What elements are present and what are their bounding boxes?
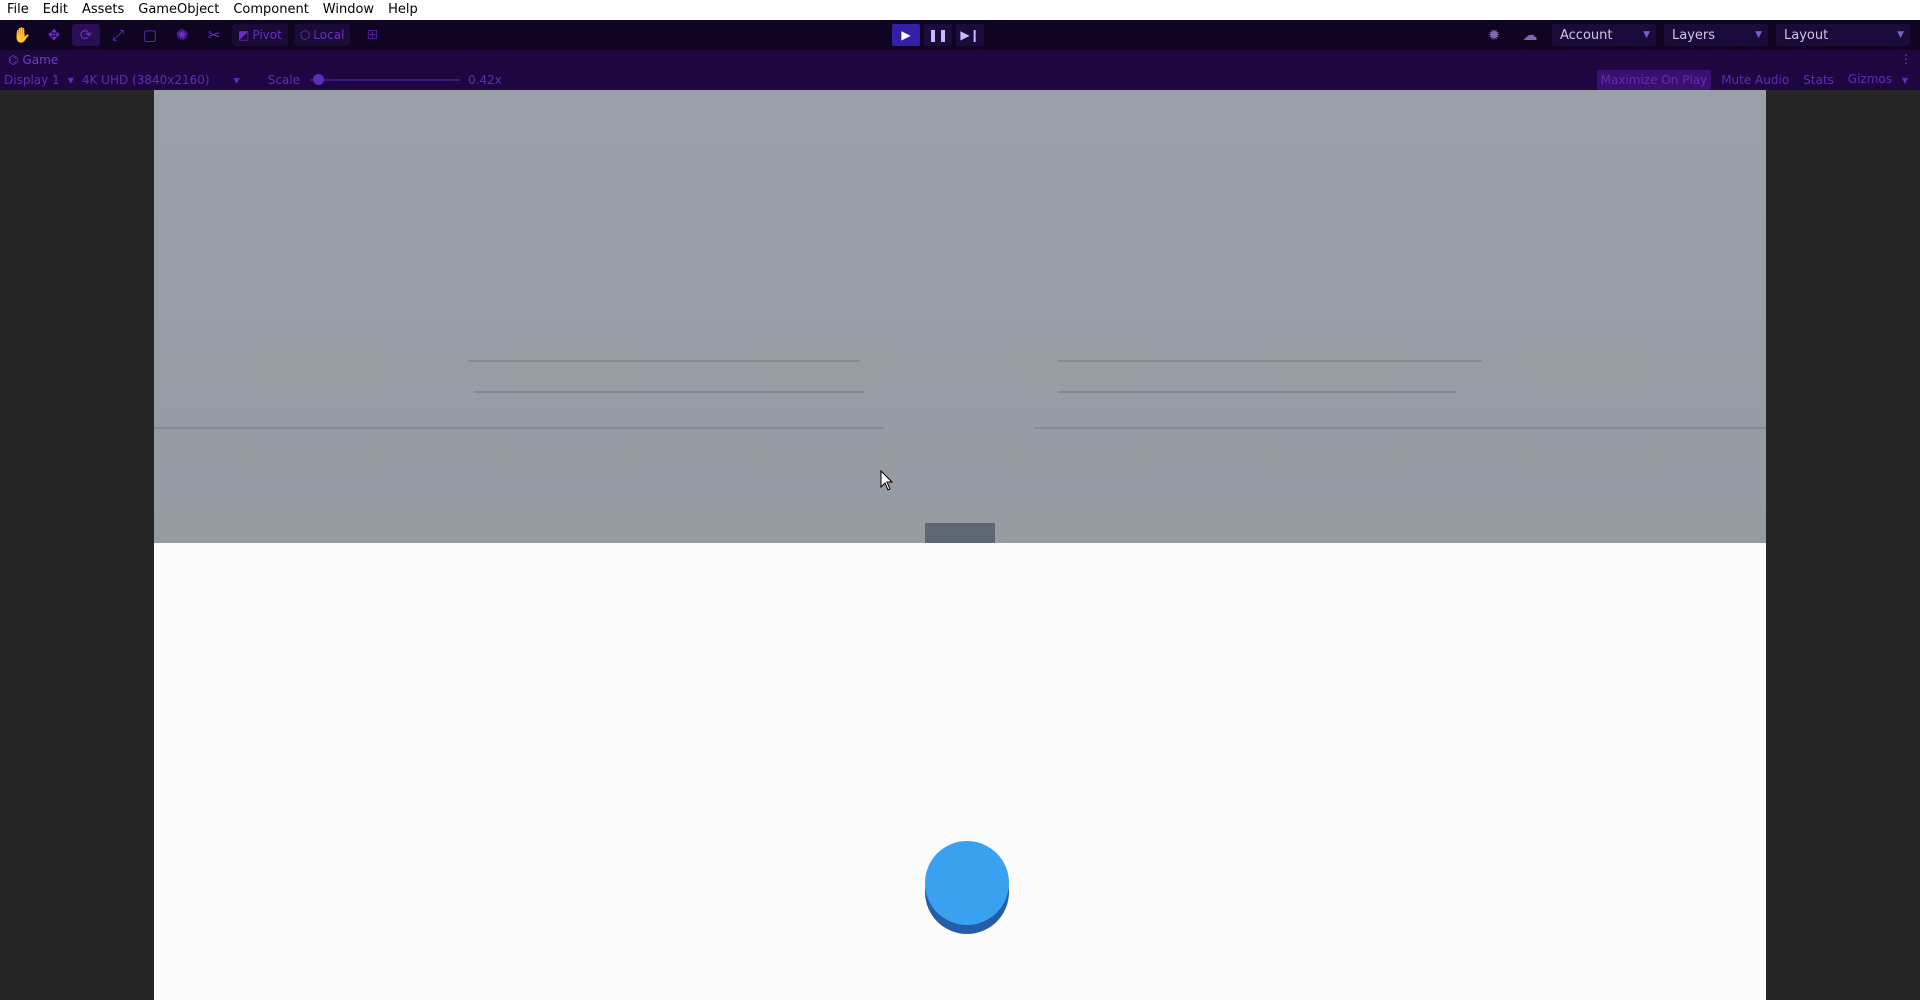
menu-edit[interactable]: Edit xyxy=(36,0,75,20)
game-tab-bar: ⌬ Game ⋮ xyxy=(0,50,1920,70)
scale-icon: ⤢ xyxy=(111,26,124,44)
tab-game[interactable]: ⌬ Game xyxy=(0,53,58,67)
scale-slider[interactable] xyxy=(310,74,461,85)
pivot-toggle[interactable]: ◩ Pivot xyxy=(232,24,288,46)
chevron-down-icon: ▼ xyxy=(1897,30,1904,40)
platform xyxy=(925,523,995,543)
menu-gameobject[interactable]: GameObject xyxy=(131,0,226,20)
custom-tool-icon: ✂ xyxy=(207,26,221,44)
main-toolbar: ✋ ✥ ⟳ ⤢ ▢ ✺ ✂ ◩ Pivot ⬡ Local ⊞ ▶ ❚❚ ▶❙ ✹ ☁ Ac… xyxy=(0,20,1920,50)
gizmos-label: Gizmos xyxy=(1847,72,1893,86)
horizon-line xyxy=(1034,427,1766,429)
display-label: Display 1 xyxy=(4,73,60,87)
layout-label: Layout xyxy=(1784,27,1829,43)
account-label: Account xyxy=(1560,27,1613,43)
pause-button[interactable]: ❚❚ xyxy=(924,24,952,46)
rect-tool-tool-button[interactable]: ▢ xyxy=(136,24,164,46)
local-icon: ⬡ xyxy=(299,28,311,42)
layout-dropdown[interactable]: Layout ▼ xyxy=(1776,24,1910,46)
menu-help[interactable]: Help xyxy=(381,0,425,20)
ground xyxy=(154,543,1766,1000)
cloud-icon[interactable]: ☁ xyxy=(1516,26,1544,44)
display-dropdown[interactable]: Display 1 ▼ xyxy=(0,73,74,87)
hand-icon: ✋ xyxy=(12,26,32,44)
pivot-label: Pivot xyxy=(252,28,282,42)
chevron-down-icon: ▼ xyxy=(1901,76,1908,85)
menu-assets[interactable]: Assets xyxy=(75,0,131,20)
chevron-down-icon: ▼ xyxy=(233,75,240,85)
horizon-line xyxy=(1058,360,1482,362)
player-ball xyxy=(925,841,1009,925)
hand-tool-button[interactable]: ✋ xyxy=(8,24,36,46)
game-controller-icon: ⌬ xyxy=(8,53,19,67)
account-dropdown[interactable]: Account ▼ xyxy=(1552,24,1656,46)
pause-icon: ❚❚ xyxy=(927,28,949,42)
transform-tool-button[interactable]: ✺ xyxy=(168,24,196,46)
rotate-tool-button[interactable]: ⟳ xyxy=(72,24,100,46)
menu-file[interactable]: File xyxy=(0,0,36,20)
grid-snap-icon[interactable]: ⊞ xyxy=(366,27,378,43)
custom-tool-tool-button[interactable]: ✂ xyxy=(200,24,228,46)
menu-bar: File Edit Assets GameObject Component Wi… xyxy=(0,0,1920,20)
horizon-line xyxy=(1058,391,1456,393)
toolbar-right: ✹ ☁ Account ▼ Layers ▼ Layout ▼ xyxy=(1480,24,1910,46)
step-icon: ▶❙ xyxy=(960,28,980,42)
chevron-down-icon: ▼ xyxy=(1643,30,1650,40)
mouse-cursor-icon xyxy=(880,470,894,491)
game-view-toggles: Maximize On Play Mute Audio Stats Gizmos… xyxy=(1596,69,1912,91)
gizmos-dropdown[interactable]: Gizmos ▼ xyxy=(1844,69,1912,91)
layers-dropdown[interactable]: Layers ▼ xyxy=(1664,24,1768,46)
resolution-dropdown[interactable]: 4K UHD (3840x2160) ▼ xyxy=(82,73,240,87)
menu-component[interactable]: Component xyxy=(226,0,315,20)
pivot-icon: ◩ xyxy=(238,28,250,42)
horizon-line xyxy=(154,427,884,429)
game-viewport[interactable] xyxy=(154,90,1766,1000)
local-label: Local xyxy=(313,28,345,42)
scale-tool-button[interactable]: ⤢ xyxy=(104,24,132,46)
transform-icon: ✺ xyxy=(175,26,189,44)
sky xyxy=(154,90,1766,543)
play-icon: ▶ xyxy=(901,28,911,42)
transform-tools: ✋ ✥ ⟳ ⤢ ▢ ✺ ✂ xyxy=(8,24,232,46)
scale-control: Scale 0.42x xyxy=(268,73,502,87)
horizon-line xyxy=(474,391,864,393)
mute-audio-toggle[interactable]: Mute Audio xyxy=(1717,70,1793,90)
chevron-down-icon: ▼ xyxy=(1755,30,1762,40)
maximize-on-play-toggle[interactable]: Maximize On Play xyxy=(1596,70,1712,90)
play-button[interactable]: ▶ xyxy=(892,24,920,46)
local-toggle[interactable]: ⬡ Local xyxy=(293,24,351,46)
move-tool-button[interactable]: ✥ xyxy=(40,24,68,46)
rotate-icon: ⟳ xyxy=(79,26,93,44)
play-controls: ▶ ❚❚ ▶❙ xyxy=(892,24,984,46)
stats-toggle[interactable]: Stats xyxy=(1799,70,1838,90)
rect-tool-icon: ▢ xyxy=(142,26,158,44)
scale-label: Scale xyxy=(267,73,301,87)
chevron-down-icon: ▼ xyxy=(67,75,74,85)
resolution-label: 4K UHD (3840x2160) xyxy=(81,73,210,87)
tab-game-label: Game xyxy=(22,53,59,67)
step-button[interactable]: ▶❙ xyxy=(956,24,984,46)
move-icon: ✥ xyxy=(47,26,61,44)
game-view-controls: Display 1 ▼ 4K UHD (3840x2160) ▼ Scale 0… xyxy=(0,70,1920,90)
more-options-icon[interactable]: ⋮ xyxy=(1900,52,1912,66)
scale-value: 0.42x xyxy=(468,73,502,87)
layers-label: Layers xyxy=(1672,27,1716,43)
horizon-line xyxy=(468,360,860,362)
services-icon[interactable]: ✹ xyxy=(1480,26,1508,44)
menu-window[interactable]: Window xyxy=(316,0,381,20)
scale-slider-knob[interactable] xyxy=(312,74,324,85)
